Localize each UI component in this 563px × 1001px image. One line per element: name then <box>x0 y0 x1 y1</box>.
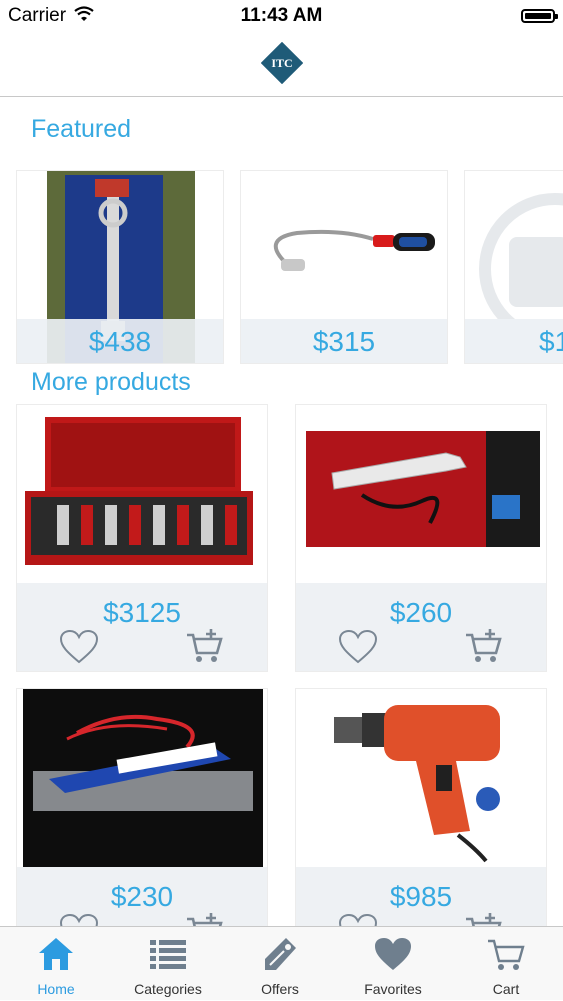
product-price: $260 <box>389 597 453 628</box>
tab-favorites[interactable]: Favorites <box>337 927 449 1001</box>
clock: 11:43 AM <box>240 5 323 26</box>
navigation-bar: ITC <box>0 32 563 97</box>
heart-icon[interactable] <box>338 629 378 665</box>
product-price: $985 <box>389 881 453 912</box>
status-bar: Carrier 11:43 AM <box>0 0 563 32</box>
cart-icon <box>488 939 525 970</box>
featured-title: Featured <box>31 115 132 143</box>
product-image-wrench <box>17 171 223 363</box>
price-band: $315 <box>241 319 447 363</box>
list-icon <box>150 940 186 969</box>
product-price: $3125 <box>103 597 181 628</box>
product-card[interactable]: $3125 <box>16 404 268 672</box>
product-image-circuit-tester <box>296 405 546 583</box>
itc-logo: ITC <box>261 42 303 84</box>
price-band: $438 <box>17 319 223 363</box>
product-image-power-drill <box>296 689 546 867</box>
product-image-voltage-tester <box>17 689 267 867</box>
tab-bar: Home Categories Offers Favorites Cart <box>0 926 563 1000</box>
tab-label: Categories <box>134 981 202 997</box>
tab-label: Cart <box>492 981 520 997</box>
featured-item-card[interactable]: $315 <box>240 170 448 364</box>
product-info: $260 <box>296 583 546 671</box>
add-to-cart-icon[interactable] <box>185 627 225 665</box>
tab-home[interactable]: Home <box>0 927 112 1001</box>
battery-icon <box>521 9 558 23</box>
product-card[interactable]: $985 <box>295 688 547 956</box>
tag-icon <box>265 938 296 970</box>
svg-text:ITC: ITC <box>271 56 292 70</box>
product-price: $230 <box>110 881 174 912</box>
tab-label: Home <box>37 981 75 997</box>
more-products-title: More products <box>31 368 191 396</box>
featured-price: $438 <box>88 326 152 357</box>
product-card[interactable]: $230 <box>16 688 268 956</box>
tab-cart[interactable]: Cart <box>450 927 562 1001</box>
product-info: $3125 <box>17 583 267 671</box>
add-to-cart-icon[interactable] <box>464 627 504 665</box>
featured-item-card[interactable]: $1 <box>464 170 563 364</box>
product-image-tool-case <box>17 405 267 583</box>
heart-icon <box>375 938 411 970</box>
featured-item-card[interactable]: $438 <box>16 170 224 364</box>
no-image-placeholder <box>465 171 563 345</box>
heart-icon[interactable] <box>59 629 99 665</box>
featured-price: $1 <box>539 326 563 357</box>
tab-label: Favorites <box>364 981 422 997</box>
product-card[interactable]: $260 <box>295 404 547 672</box>
tab-label: Offers <box>261 981 299 997</box>
price-band: $1 <box>465 319 563 363</box>
featured-price: $315 <box>312 326 376 357</box>
home-icon <box>39 938 73 970</box>
tab-categories[interactable]: Categories <box>112 927 224 1001</box>
product-image-pickup-tool <box>241 171 447 319</box>
tab-offers[interactable]: Offers <box>224 927 336 1001</box>
